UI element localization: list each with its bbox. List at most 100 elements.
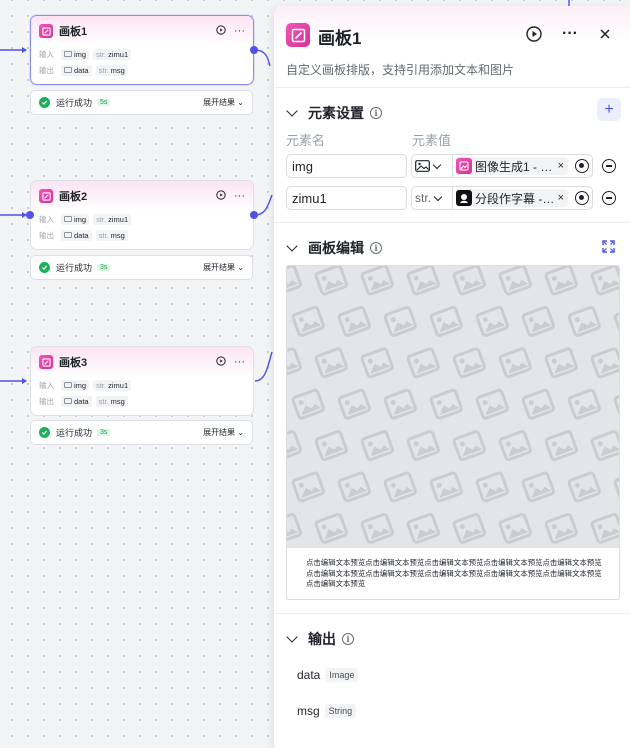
reference-chip[interactable]: 分段作字幕 - zimu1 × [456,189,568,207]
run-icon[interactable] [524,24,544,44]
chevron-down-icon [286,105,298,117]
image-placeholder-icon [287,266,619,544]
node-title: 画板2 [59,191,88,203]
close-icon[interactable] [595,24,615,44]
element-name-input[interactable]: zimu1 [286,186,407,210]
status-text: 运行成功 [56,98,93,108]
output-pill: data [61,229,92,241]
remove-reference-icon[interactable]: × [558,160,564,172]
run-status-bar: 运行成功 3s 展开结果 ⌄ [30,255,253,280]
panel-description: 自定义画板排版，支持引用添加文本和图片 [286,63,515,77]
run-node-icon[interactable] [216,355,226,369]
elements-section-header[interactable]: 元素设置 i [286,103,382,123]
node-header: 画板3 ··· [31,347,253,377]
input-port[interactable] [26,211,34,219]
node-title: 画板1 [59,26,88,38]
image-placeholder[interactable] [287,266,619,548]
status-text: 运行成功 [56,428,93,438]
column-header-name: 元素名 [286,133,326,148]
add-element-button[interactable]: + [597,98,621,121]
more-icon[interactable]: ··· [234,25,245,37]
node-canvas-2[interactable]: 画板2 ··· 输入 img str. zimu1 输出 data str. msg [30,180,254,250]
canvas-node-icon [39,355,53,369]
input-pill: str. zimu1 [93,48,132,60]
canvas-section-header[interactable]: 画板编辑 i [286,238,382,258]
node-inputs: 输入 img str. zimu1 [31,377,253,393]
column-header-value: 元素值 [412,133,452,148]
node-inputs: 输入 img str. zimu1 [31,211,253,227]
output-pill: str. msg [95,395,128,407]
success-icon [39,262,50,273]
image-gen-icon [456,158,472,174]
select-variable-icon[interactable] [575,159,589,173]
input-pill: str. zimu1 [93,379,132,391]
image-type-icon [64,382,72,388]
expand-results-button[interactable]: 展开结果 ⌄ [203,262,244,273]
node-canvas-1[interactable]: 画板1 ··· 输入 img str. zimu1 输出 data str. msg [30,15,254,85]
success-icon [39,97,50,108]
chevron-down-icon [286,631,298,643]
panel-header: 画板1 ··· 自定义画板排版，支持引用添加文本和图片 [274,6,630,88]
input-pill: str. zimu1 [93,213,132,225]
chevron-down-icon: ⌄ [237,98,244,107]
info-icon[interactable]: i [370,242,382,254]
reference-chip[interactable]: 图像生成1 - data × [456,157,568,175]
chevron-down-icon: ⌄ [237,428,244,437]
node-settings-panel: 画板1 ··· 自定义画板排版，支持引用添加文本和图片 元素设置 i + 元素名… [273,6,630,748]
panel-title[interactable]: 画板1 [318,24,361,49]
run-node-icon[interactable] [216,24,226,38]
canvas-node-icon [39,189,53,203]
node-inputs: 输入 img str. zimu1 [31,46,253,62]
info-icon[interactable]: i [342,633,354,645]
element-type-select[interactable]: str. [411,186,453,210]
run-status-bar: 运行成功 3s 展开结果 ⌄ [30,420,253,445]
section-divider [274,222,630,223]
more-icon[interactable]: ··· [560,24,580,44]
chevron-down-icon [432,160,442,169]
output-port[interactable] [250,46,258,54]
plugin-avatar-icon [456,190,472,206]
image-type-icon [64,232,72,238]
element-type-select[interactable] [411,154,453,178]
success-icon [39,427,50,438]
info-icon[interactable]: i [370,107,382,119]
input-pill: img [61,213,90,225]
more-icon[interactable]: ··· [234,356,245,368]
plus-icon: + [604,100,614,118]
run-node-icon[interactable] [216,189,226,203]
node-header: 画板2 ··· [31,181,253,211]
expand-results-button[interactable]: 展开结果 ⌄ [203,97,244,108]
section-divider [274,613,630,614]
select-variable-icon[interactable] [575,191,589,205]
image-type-icon [415,160,430,172]
canvas-node-icon [39,24,53,38]
element-value-ref[interactable]: 分段作字幕 - zimu1 × [453,186,593,210]
chevron-down-icon [433,192,443,201]
chevron-down-icon [286,240,298,252]
element-name-input[interactable]: img [286,154,407,178]
duration-badge: 5s [97,99,111,106]
input-pill: img [61,379,90,391]
type-tag: String [324,704,357,718]
node-header: 画板1 ··· [31,16,253,46]
output-section-header[interactable]: 输出 i [286,629,354,649]
output-port[interactable] [250,211,258,219]
node-canvas-3[interactable]: 画板3 ··· 输入 img str. zimu1 输出 data str. msg [30,346,254,416]
image-type-icon [64,51,72,57]
canvas-editor[interactable]: 点击编辑文本预览点击编辑文本预览点击编辑文本预览点击编辑文本预览点击编辑文本预览… [286,265,620,600]
element-value-ref[interactable]: 图像生成1 - data × [453,154,593,178]
canvas-text-block[interactable]: 点击编辑文本预览点击编辑文本预览点击编辑文本预览点击编辑文本预览点击编辑文本预览… [306,558,606,590]
canvas-node-icon [286,23,310,47]
expand-results-button[interactable]: 展开结果 ⌄ [203,427,244,438]
image-type-icon [64,67,72,73]
remove-element-button[interactable] [602,159,616,173]
status-text: 运行成功 [56,263,93,273]
fullscreen-icon[interactable] [600,238,616,254]
remove-element-button[interactable] [602,191,616,205]
remove-reference-icon[interactable]: × [558,192,564,204]
node-title: 画板3 [59,357,88,369]
output-item: msg String [297,704,357,718]
more-icon[interactable]: ··· [234,190,245,202]
output-pill: data [61,395,92,407]
node-outputs: 输出 data str. msg [31,62,253,78]
